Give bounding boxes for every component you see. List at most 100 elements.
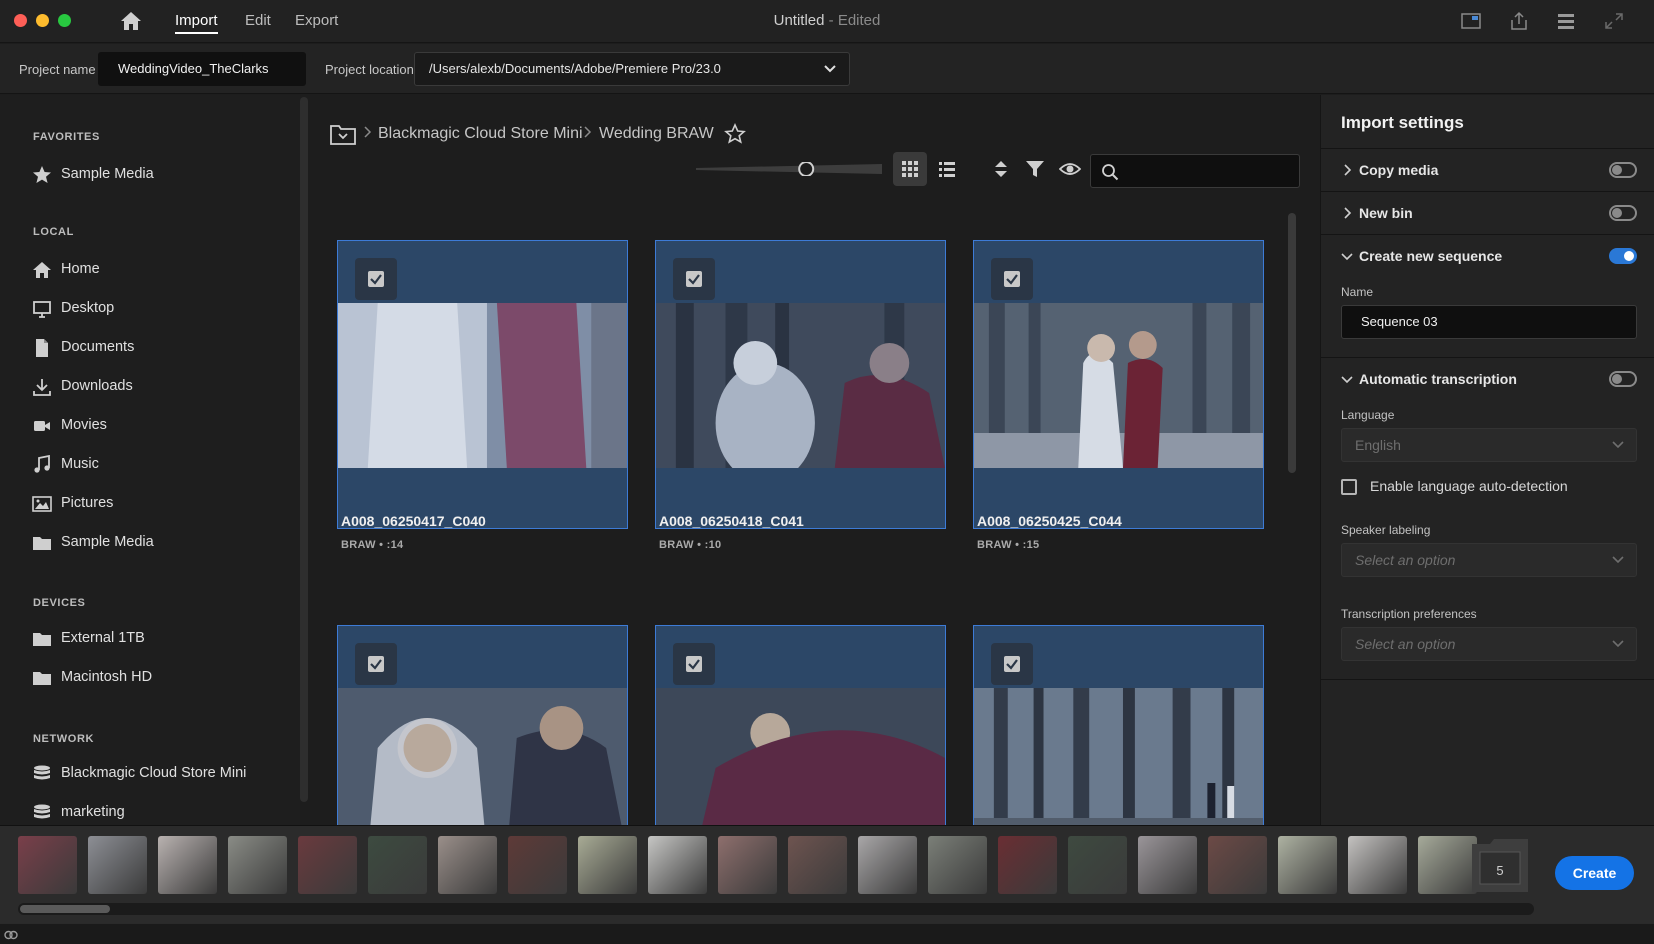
star-outline-icon[interactable] xyxy=(724,123,746,145)
sidebar-item-blackmagic-cloud[interactable]: Blackmagic Cloud Store Mini xyxy=(32,762,292,786)
picture-icon xyxy=(32,496,52,512)
tray-thumbnail[interactable] xyxy=(788,836,847,894)
create-sequence-row[interactable]: Create new sequence xyxy=(1321,234,1654,277)
tray-thumbnail[interactable] xyxy=(438,836,497,894)
speaker-labeling-select[interactable]: Select an option xyxy=(1341,543,1637,577)
project-name-input[interactable]: WeddingVideo_TheClarks xyxy=(98,52,306,86)
creative-cloud-icon[interactable] xyxy=(3,926,19,942)
tray-thumbnail[interactable] xyxy=(228,836,287,894)
sidebar-scrollbar[interactable] xyxy=(300,97,308,802)
tray-thumbnail[interactable] xyxy=(508,836,567,894)
language-select[interactable]: English xyxy=(1341,428,1637,462)
chevron-down-icon[interactable] xyxy=(1341,373,1353,385)
tray-thumbnail[interactable] xyxy=(1348,836,1407,894)
folder-count-icon[interactable] xyxy=(1470,836,1530,894)
chevron-down-icon[interactable] xyxy=(1341,250,1353,262)
chevron-down-icon xyxy=(1612,441,1624,449)
breadcrumb-parent[interactable]: Blackmagic Cloud Store Mini xyxy=(378,125,583,143)
browser-scrollbar[interactable] xyxy=(1288,213,1296,473)
fullscreen-icon[interactable] xyxy=(1603,11,1625,31)
sidebar-item-marketing[interactable]: marketing xyxy=(32,801,292,825)
clip-checkbox[interactable] xyxy=(991,643,1033,685)
copy-media-row[interactable]: Copy media xyxy=(1321,148,1654,191)
sidebar-item-movies[interactable]: Movies xyxy=(32,414,292,438)
tray-thumbnail[interactable] xyxy=(1208,836,1267,894)
sidebar-item-pictures[interactable]: Pictures xyxy=(32,492,292,516)
transcription-row[interactable]: Automatic transcription xyxy=(1321,357,1654,400)
sidebar-item-documents[interactable]: Documents xyxy=(32,336,292,360)
tray-thumbnail[interactable] xyxy=(18,836,77,894)
chevron-right-icon[interactable] xyxy=(1341,207,1353,219)
clip-checkbox[interactable] xyxy=(355,258,397,300)
create-button[interactable]: Create xyxy=(1555,856,1634,890)
clip-card[interactable] xyxy=(655,625,946,825)
sidebar-item-label: Sample Media xyxy=(61,534,154,550)
clip-card[interactable] xyxy=(655,240,946,529)
new-bin-row[interactable]: New bin xyxy=(1321,191,1654,234)
tray-thumbnail[interactable] xyxy=(368,836,427,894)
sequence-name-label: Name xyxy=(1341,285,1374,299)
tray-thumbnail[interactable] xyxy=(928,836,987,894)
tray-thumbnail[interactable] xyxy=(158,836,217,894)
clip-card[interactable] xyxy=(337,625,628,825)
sidebar-item-home[interactable]: Home xyxy=(32,258,292,282)
sidebar-item-sample-media-favorite[interactable]: Sample Media xyxy=(32,163,292,187)
clip-card[interactable] xyxy=(973,240,1264,529)
clip-checkbox[interactable] xyxy=(673,643,715,685)
sidebar-item-music[interactable]: Music xyxy=(32,453,292,477)
tray-thumbnail[interactable] xyxy=(858,836,917,894)
panel-layout-icon[interactable] xyxy=(1460,11,1482,31)
list-view-button[interactable] xyxy=(930,152,964,186)
clip-checkbox[interactable] xyxy=(991,258,1033,300)
copy-media-toggle[interactable] xyxy=(1609,162,1637,178)
zoom-slider-thumb[interactable] xyxy=(798,162,815,176)
transcription-prefs-placeholder: Select an option xyxy=(1355,636,1456,652)
transcription-prefs-select[interactable]: Select an option xyxy=(1341,627,1637,661)
folder-browse-icon[interactable] xyxy=(330,123,356,145)
clip-card[interactable] xyxy=(337,240,628,529)
tray-thumbnail[interactable] xyxy=(998,836,1057,894)
sidebar-item-label: Blackmagic Cloud Store Mini xyxy=(61,765,247,781)
grid-view-button[interactable] xyxy=(893,152,927,186)
clip-checkbox[interactable] xyxy=(355,643,397,685)
thumbnail-zoom-slider[interactable] xyxy=(696,162,882,176)
autodetect-label[interactable]: Enable language auto-detection xyxy=(1370,478,1568,494)
breadcrumb-separator-icon xyxy=(584,126,592,138)
create-sequence-toggle[interactable] xyxy=(1609,248,1637,264)
status-bar xyxy=(0,923,1654,944)
sidebar-item-desktop[interactable]: Desktop xyxy=(32,297,292,321)
project-location-dropdown[interactable]: /Users/alexb/Documents/Adobe/Premiere Pr… xyxy=(414,52,850,86)
sidebar-item-label: marketing xyxy=(61,804,125,820)
sequence-name-input[interactable]: Sequence 03 xyxy=(1341,305,1637,339)
sidebar-item-label: Desktop xyxy=(61,300,115,316)
sort-icon[interactable] xyxy=(990,158,1012,180)
sidebar-item-sample-media[interactable]: Sample Media xyxy=(32,531,292,555)
tray-thumbnail[interactable] xyxy=(298,836,357,894)
search-input[interactable] xyxy=(1090,154,1300,188)
filter-icon[interactable] xyxy=(1024,158,1046,180)
tray-thumbnail[interactable] xyxy=(88,836,147,894)
tray-thumbnail[interactable] xyxy=(718,836,777,894)
tray-thumbnail[interactable] xyxy=(1068,836,1127,894)
tray-thumbnail[interactable] xyxy=(1138,836,1197,894)
sidebar-item-downloads[interactable]: Downloads xyxy=(32,375,292,399)
tray-thumbnail[interactable] xyxy=(1278,836,1337,894)
sidebar-item-external-1tb[interactable]: External 1TB xyxy=(32,627,292,651)
clip-thumbnail xyxy=(974,303,1263,468)
sidebar-item-macintosh-hd[interactable]: Macintosh HD xyxy=(32,666,292,690)
tray-thumbnail[interactable] xyxy=(648,836,707,894)
tray-scrollbar[interactable] xyxy=(18,903,1534,915)
autodetect-checkbox[interactable] xyxy=(1341,479,1357,495)
breadcrumb-current[interactable]: Wedding BRAW xyxy=(599,125,714,143)
eye-icon[interactable] xyxy=(1059,158,1081,180)
tray-thumbnail[interactable] xyxy=(578,836,637,894)
workspaces-icon[interactable] xyxy=(1555,11,1577,31)
project-location-value: /Users/alexb/Documents/Adobe/Premiere Pr… xyxy=(429,61,721,76)
clip-card[interactable] xyxy=(973,625,1264,825)
new-bin-toggle[interactable] xyxy=(1609,205,1637,221)
transcription-toggle[interactable] xyxy=(1609,371,1637,387)
clip-checkbox[interactable] xyxy=(673,258,715,300)
tray-thumbnail[interactable] xyxy=(1418,836,1477,894)
share-icon[interactable] xyxy=(1508,11,1530,31)
chevron-right-icon[interactable] xyxy=(1341,164,1353,176)
